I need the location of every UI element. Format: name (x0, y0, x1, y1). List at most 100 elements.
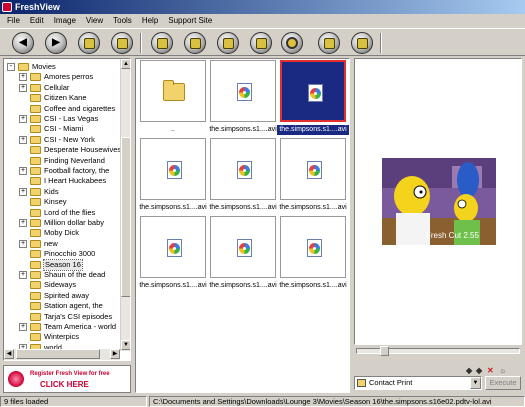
thumbnail-caption[interactable]: the.simpsons.s1....avi (277, 281, 349, 291)
move-up-icon[interactable]: ◆ (466, 367, 472, 375)
thumbnail-tile[interactable] (280, 216, 346, 278)
expand-icon[interactable]: + (19, 135, 27, 144)
wallpaper-button[interactable] (184, 32, 206, 54)
tree-item[interactable]: Kinsey (4, 197, 120, 207)
action-dropdown[interactable]: Contact Print ▼ (354, 376, 482, 390)
thumbnail-caption[interactable]: the.simpsons.s1....avi (207, 203, 279, 213)
thumbnail-caption[interactable]: the.simpsons.s1....avi (277, 125, 349, 135)
execute-button[interactable]: Execute (485, 376, 521, 390)
menu-help[interactable]: Help (137, 14, 163, 28)
thumbnail-caption[interactable]: the.simpsons.s1....avi (277, 203, 349, 213)
scroll-right-icon[interactable]: ▶ (110, 349, 120, 359)
expand-icon[interactable]: + (19, 187, 27, 196)
collapse-icon[interactable]: - (7, 63, 15, 71)
tree-hscroll-thumb[interactable] (16, 349, 100, 359)
scroll-down-icon[interactable]: ▼ (121, 340, 130, 350)
tree-item[interactable]: + CSI - New York (4, 135, 120, 145)
copy-button[interactable] (78, 32, 100, 54)
preview-slider[interactable] (354, 346, 522, 356)
expand-icon[interactable]: + (19, 115, 27, 123)
print-button[interactable] (217, 32, 239, 54)
thumbnail-tile[interactable] (210, 138, 276, 200)
slideshow-button[interactable] (151, 32, 173, 54)
menu-image[interactable]: Image (49, 14, 81, 28)
thumbnail-tile[interactable] (140, 138, 206, 200)
thumbnail-tile[interactable] (280, 60, 346, 122)
move-button[interactable] (111, 32, 133, 54)
expand-icon[interactable]: + (19, 239, 27, 248)
tree-item[interactable]: Spirited away (4, 291, 120, 301)
expand-icon[interactable]: + (19, 83, 27, 92)
thumbnail-caption[interactable]: the.simpsons.s1....avi (137, 281, 209, 291)
scroll-left-icon[interactable]: ◀ (4, 349, 14, 359)
expand-icon[interactable]: + (19, 271, 27, 279)
thumbnail-tile[interactable] (210, 216, 276, 278)
thumbnail-tile[interactable] (140, 216, 206, 278)
thumbnail-caption[interactable]: .. (137, 125, 209, 135)
thumbnail-tile[interactable] (210, 60, 276, 122)
tree-item[interactable]: Station agent, the (4, 301, 120, 311)
register-banner[interactable]: Register Fresh View for free CLICK HERE (3, 365, 131, 393)
tree-item[interactable]: CSI - Miami (4, 124, 120, 134)
tree-item[interactable]: Citizen Kane (4, 93, 120, 103)
tree-vertical-scrollbar[interactable]: ▲ ▼ (120, 59, 130, 351)
tree-item[interactable]: + Cellular (4, 83, 120, 93)
tree-item[interactable]: Winterpics (4, 332, 120, 342)
thumbnail-tile[interactable] (140, 60, 206, 122)
email-button[interactable] (281, 32, 303, 54)
banner-click-here[interactable]: CLICK HERE (40, 380, 89, 389)
expand-icon[interactable]: + (19, 73, 27, 82)
tree-item[interactable]: Moby Dick (4, 228, 120, 238)
move-down-icon[interactable]: ◆ (476, 367, 482, 375)
menu-tools[interactable]: Tools (108, 14, 137, 28)
tree-item[interactable]: Coffee and cigarettes (4, 104, 120, 114)
tree-item[interactable]: + Million dollar baby (4, 218, 120, 228)
tree-vscroll-thumb[interactable] (121, 137, 130, 297)
tree-item[interactable]: + Amores perros (4, 72, 120, 82)
folder-icon (30, 125, 41, 134)
menu-view[interactable]: View (81, 14, 108, 28)
tree-item[interactable]: Pinocchio 3000 (4, 249, 120, 259)
forward-button[interactable]: ▶ (45, 32, 67, 54)
tree-item[interactable]: Tarja's CSI episodes (4, 312, 120, 322)
tree-horizontal-scrollbar[interactable]: ◀ ▶ (4, 349, 120, 360)
tree-item[interactable]: Lord of the flies (4, 208, 120, 218)
tree-item[interactable]: Finding Neverland (4, 156, 120, 166)
toolbar-separator (140, 33, 142, 53)
tree-item[interactable]: Desperate Housewives (4, 145, 121, 155)
scroll-up-icon[interactable]: ▲ (121, 59, 130, 69)
settings-icon[interactable]: ☼ (499, 367, 506, 375)
tree-item-label: Citizen Kane (44, 93, 87, 103)
tree-item[interactable]: + Shaun of the dead (4, 270, 120, 280)
tree-item[interactable]: I Heart Huckabees (4, 176, 120, 186)
folder-icon (30, 229, 41, 238)
chevron-down-icon[interactable]: ▼ (470, 377, 481, 389)
tree-item[interactable]: Season 16 (4, 258, 120, 271)
tree-item[interactable]: + Football factory, the (4, 166, 120, 176)
menu-edit[interactable]: Edit (25, 14, 49, 28)
rotate-button[interactable] (250, 32, 272, 54)
expand-icon[interactable]: + (19, 323, 27, 331)
menu-support-site[interactable]: Support Site (163, 14, 217, 28)
tree-item[interactable]: Sideways (4, 280, 120, 290)
tree-item[interactable]: + Kids (4, 187, 120, 197)
expand-icon[interactable]: + (19, 167, 27, 175)
properties-button[interactable] (351, 32, 373, 54)
export-button[interactable] (318, 32, 340, 54)
thumbnail-caption[interactable]: the.simpsons.s1....avi (207, 125, 279, 135)
back-button[interactable]: ◀ (12, 32, 34, 54)
thumbnail-caption[interactable]: the.simpsons.s1....avi (137, 203, 209, 213)
thumbnail-tile[interactable] (280, 138, 346, 200)
folder-icon (30, 167, 41, 175)
expand-icon[interactable]: + (19, 219, 27, 227)
tree-item[interactable]: + CSI - Las Vegas (4, 114, 120, 124)
thumbnail-caption[interactable]: the.simpsons.s1....avi (207, 281, 279, 291)
menu-file[interactable]: File (2, 14, 25, 28)
tree-item[interactable]: - Movies (4, 62, 120, 72)
tree-item[interactable]: + Team America - world (4, 322, 120, 332)
remove-icon[interactable]: ✕ (487, 367, 494, 375)
slider-knob[interactable] (380, 346, 389, 356)
folder-tree[interactable]: - Movies + Amores perros + Cellular Citizen Ka… (3, 58, 131, 361)
folder-icon (30, 281, 41, 290)
tree-item[interactable]: + new (4, 239, 120, 249)
